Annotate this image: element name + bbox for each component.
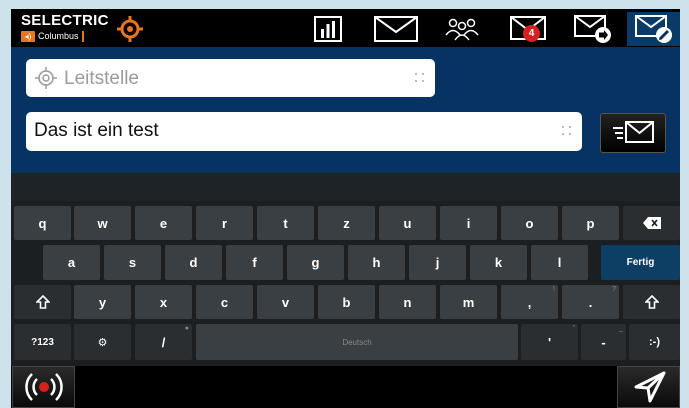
key-period-hint: ? <box>612 286 616 293</box>
groups-button[interactable] <box>439 12 485 46</box>
apostrophe-key-label: ' <box>547 334 552 350</box>
message-field[interactable]: Das ist ein test <box>26 112 582 151</box>
recipient-field[interactable]: Leitstelle <box>26 59 435 97</box>
key-k[interactable]: k <box>470 245 527 280</box>
onscreen-keyboard: q w e r t z u i o p a s d f g h j k l Fe… <box>11 201 680 366</box>
key-a[interactable]: a <box>43 245 100 280</box>
shift-icon <box>644 295 659 309</box>
shift-key-left[interactable] <box>14 285 71 319</box>
key-q[interactable]: q <box>14 206 71 240</box>
settings-key[interactable]: ⚙ <box>74 324 131 360</box>
outbox-icon <box>574 15 611 43</box>
key-o[interactable]: o <box>501 206 558 240</box>
bottom-toolbar <box>11 366 680 408</box>
inbox-button[interactable]: 4 <box>503 12 553 46</box>
device-screen: SELECTRIC ◂) Columbus 4 Leitstelle Das i… <box>11 9 680 408</box>
outbox-button[interactable] <box>567 12 619 46</box>
dash-key-label: - <box>601 334 606 350</box>
send-message-button[interactable] <box>600 113 666 153</box>
dash-hint: _ <box>619 325 623 332</box>
done-key[interactable]: Fertig <box>601 245 680 280</box>
keyboard-suggestion-bar <box>11 173 680 201</box>
settings-icon: ⚙ <box>97 336 108 349</box>
key-v[interactable]: v <box>257 285 314 319</box>
key-comma-label: , <box>527 294 532 310</box>
recipient-placeholder: Leitstelle <box>64 68 139 89</box>
compose-button[interactable] <box>627 12 680 46</box>
key-period-label: . <box>588 294 593 310</box>
key-d[interactable]: d <box>165 245 222 280</box>
space-key[interactable]: Deutsch <box>196 324 518 360</box>
key-t[interactable]: t <box>257 206 314 240</box>
key-f[interactable]: f <box>226 245 283 280</box>
compose-icon <box>634 15 672 43</box>
key-g[interactable]: g <box>287 245 344 280</box>
target-icon <box>35 67 57 89</box>
radio-signal-icon <box>24 373 63 401</box>
brand-subline: ◂) Columbus <box>21 30 84 43</box>
compose-panel: Leitstelle Das ist ein test <box>11 47 680 173</box>
key-u[interactable]: u <box>379 206 436 240</box>
message-text: Das ist ein test <box>34 120 159 141</box>
key-n[interactable]: n <box>379 285 436 319</box>
navigate-button[interactable] <box>617 366 680 408</box>
top-toolbar: SELECTRIC ◂) Columbus 4 <box>11 9 680 47</box>
shift-icon <box>35 295 50 309</box>
resize-grip-icon <box>415 73 425 83</box>
key-comma-hint: ! <box>553 286 555 293</box>
key-i[interactable]: i <box>440 206 497 240</box>
key-j[interactable]: j <box>409 245 466 280</box>
emergency-radio-button[interactable] <box>12 366 75 408</box>
apostrophe-hint: " <box>572 325 576 332</box>
key-z[interactable]: z <box>318 206 375 240</box>
signal-icon: ◂) <box>21 31 35 42</box>
key-period[interactable]: . ? <box>562 285 619 319</box>
key-r[interactable]: r <box>196 206 253 240</box>
resize-grip-icon <box>562 126 572 136</box>
smiley-key[interactable]: :-) <box>629 324 680 360</box>
key-y[interactable]: y <box>74 285 131 319</box>
crosshair-logo-icon <box>117 16 143 42</box>
slash-key-label: / <box>161 334 166 350</box>
key-comma[interactable]: , ! <box>501 285 558 319</box>
brand-name: SELECTRIC <box>21 12 109 29</box>
group-icon <box>445 18 479 41</box>
statistics-button[interactable] <box>307 12 349 46</box>
key-l[interactable]: l <box>531 245 588 280</box>
space-key-label: Deutsch <box>342 337 372 347</box>
mic-hint-icon: ● <box>184 325 189 332</box>
backspace-icon <box>642 217 661 229</box>
key-m[interactable]: m <box>440 285 497 319</box>
slash-key[interactable]: / ● <box>135 324 192 360</box>
dash-key[interactable]: - _ <box>581 324 626 360</box>
key-b[interactable]: b <box>318 285 375 319</box>
key-x[interactable]: x <box>135 285 192 319</box>
navigation-arrow-icon <box>634 371 665 403</box>
symbols-key[interactable]: ?123 <box>14 324 71 360</box>
key-p[interactable]: p <box>562 206 619 240</box>
brand-product: Columbus <box>38 31 84 42</box>
apostrophe-key[interactable]: ' " <box>521 324 578 360</box>
app-frame: SELECTRIC ◂) Columbus 4 Leitstelle Das i… <box>0 0 689 408</box>
key-s[interactable]: s <box>104 245 161 280</box>
message-icon <box>374 16 418 42</box>
bar-chart-icon <box>314 16 342 42</box>
brand-logo: SELECTRIC ◂) Columbus <box>21 12 151 44</box>
backspace-key[interactable] <box>623 206 680 240</box>
key-h[interactable]: h <box>348 245 405 280</box>
send-mail-icon <box>613 121 654 143</box>
key-e[interactable]: e <box>135 206 192 240</box>
key-c[interactable]: c <box>196 285 253 319</box>
shift-key-right[interactable] <box>623 285 680 319</box>
inbox-badge: 4 <box>523 25 540 42</box>
key-w[interactable]: w <box>74 206 131 240</box>
messages-button[interactable] <box>371 12 421 46</box>
